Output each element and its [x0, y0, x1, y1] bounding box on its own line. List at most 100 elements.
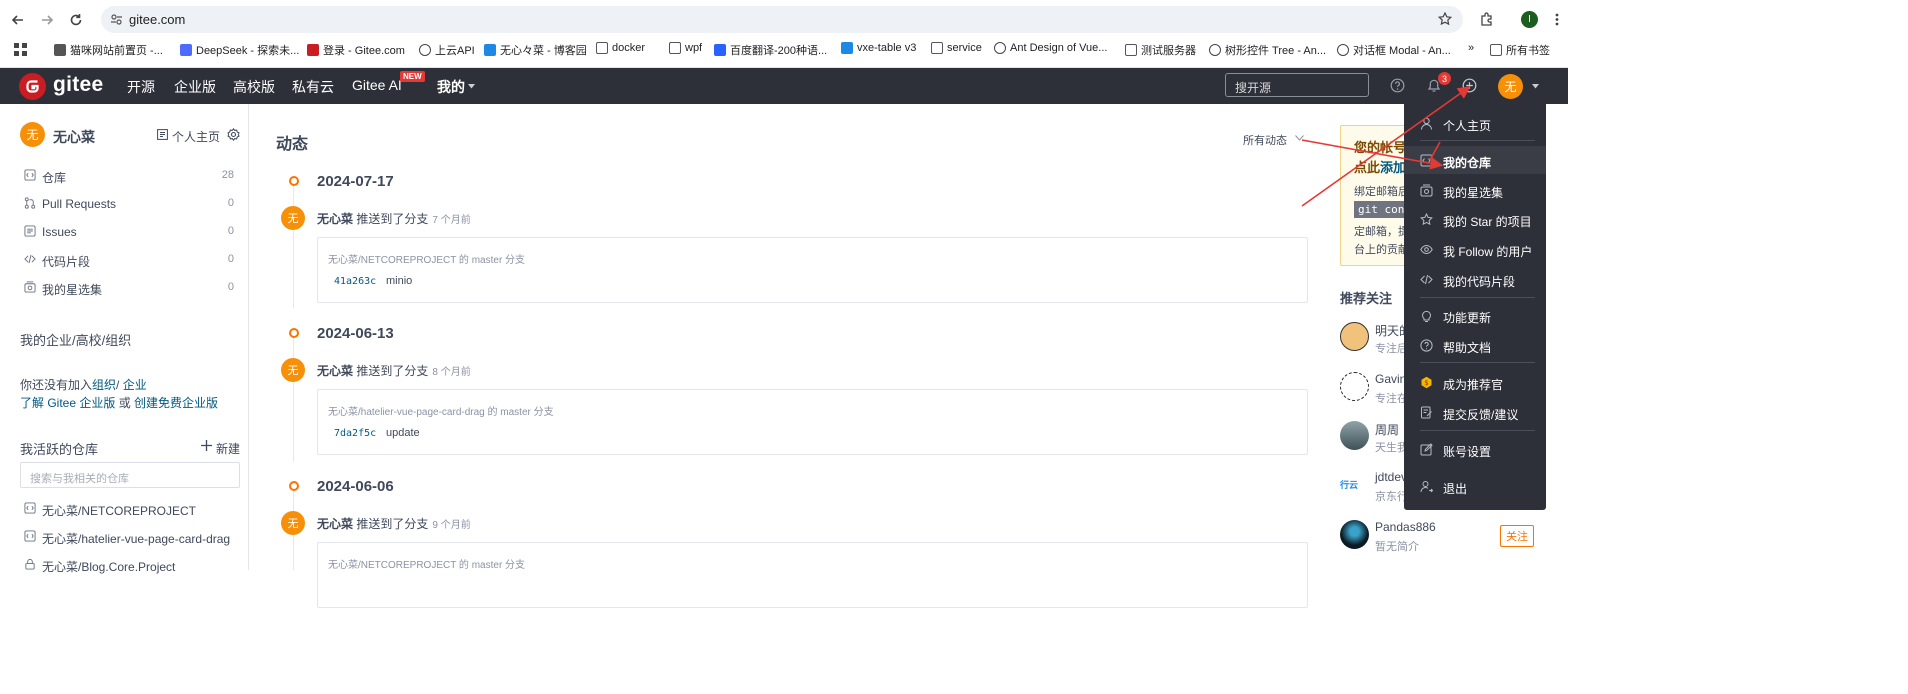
bookmark-item[interactable]: service	[931, 42, 982, 54]
user-name[interactable]: 无心菜	[53, 127, 95, 147]
dropdown-item-repo[interactable]: 我的仓库	[1404, 146, 1546, 174]
event-user[interactable]: 无心菜	[317, 364, 353, 378]
all-bookmarks[interactable]: 所有书签	[1490, 42, 1550, 58]
bookmark-item[interactable]: 百度翻译-200种语...	[714, 42, 827, 58]
nav-opensource[interactable]: 开源	[127, 77, 155, 97]
event-user[interactable]: 无心菜	[317, 212, 353, 226]
bookmark-item[interactable]: 测试服务器	[1125, 42, 1196, 58]
dropdown-item-bulb[interactable]: 功能更新	[1404, 301, 1546, 329]
dropdown-item-user[interactable]: 个人主页	[1404, 109, 1546, 137]
dropdown-item-code[interactable]: 我的代码片段	[1404, 265, 1546, 293]
nav-gitee-ai[interactable]: Gitee AI	[352, 77, 402, 93]
repo-icon	[1420, 154, 1433, 167]
address-bar[interactable]: gitee.com	[101, 6, 1463, 33]
back-icon[interactable]	[8, 10, 28, 30]
chevron-down-icon[interactable]	[1532, 84, 1539, 89]
dropdown-item-feedback[interactable]: 提交反馈/建议	[1404, 398, 1546, 426]
more-bookmarks[interactable]: »	[1468, 42, 1474, 54]
jd-cloud-icon[interactable]: 行云	[1340, 470, 1369, 499]
homepage-link[interactable]: 个人主页	[172, 128, 220, 145]
plus-icon[interactable]	[201, 440, 212, 451]
enterprise-link[interactable]: 企业	[123, 378, 147, 392]
commit-repo-branch[interactable]: 无心菜/NETCOREPROJECT 的 master 分支	[328, 556, 525, 571]
new-repo-button[interactable]: 新建	[216, 440, 240, 457]
extensions-icon[interactable]	[1479, 12, 1494, 27]
event-user[interactable]: 无心菜	[317, 517, 353, 531]
active-repo-item[interactable]: 无心菜/Blog.Core.Project	[20, 556, 236, 574]
user-avatar[interactable]: 无	[1498, 74, 1523, 99]
sidebar-item-issue[interactable]: Issues 0	[20, 223, 236, 241]
profile-avatar[interactable]: I	[1521, 11, 1538, 28]
commit-repo-branch[interactable]: 无心菜/NETCOREPROJECT 的 master 分支	[328, 251, 525, 266]
site-info-icon[interactable]	[110, 13, 123, 26]
dropdown-item-eye[interactable]: 我 Follow 的用户	[1404, 235, 1546, 263]
search-input[interactable]: 搜开源	[1225, 73, 1369, 97]
avatar-photo-icon[interactable]	[1340, 421, 1369, 450]
bookmark-item[interactable]: 登录 - Gitee.com	[307, 42, 405, 58]
sidebar-item-pull-request[interactable]: Pull Requests 0	[20, 195, 236, 213]
browser-menu-icon[interactable]	[1554, 12, 1560, 27]
bookmark-item[interactable]: 树形控件 Tree - An...	[1209, 42, 1326, 58]
nav-private-cloud[interactable]: 私有云	[292, 77, 334, 97]
follow-button[interactable]: 关注	[1500, 525, 1534, 547]
activity-filter[interactable]: 所有动态	[1243, 132, 1287, 148]
recommend-user-name[interactable]: Gavin	[1375, 372, 1406, 386]
bookmark-item[interactable]: Ant Design of Vue...	[994, 42, 1107, 54]
dropdown-divider	[1420, 430, 1535, 431]
nav-education[interactable]: 高校版	[233, 77, 275, 97]
commit-sha[interactable]: 7da2f5c	[334, 428, 376, 439]
bookmark-item[interactable]: 无心々菜 - 博客园	[484, 42, 587, 58]
event-avatar[interactable]: 无	[281, 206, 305, 230]
forward-icon[interactable]	[37, 10, 57, 30]
apps-grid-icon[interactable]	[14, 43, 27, 56]
timeline-line	[293, 184, 294, 308]
active-repo-item[interactable]: 无心菜/hatelier-vue-page-card-drag	[20, 528, 236, 546]
gitee-logo-icon[interactable]	[19, 73, 46, 100]
bookmark-item[interactable]: 猫咪网站前置页 -...	[54, 42, 163, 58]
bookmark-item[interactable]: docker	[596, 42, 645, 54]
bookmark-star-icon[interactable]	[1438, 12, 1452, 26]
bookmark-item[interactable]: wpf	[669, 42, 702, 54]
recommend-user-name[interactable]: jdtdev	[1375, 470, 1407, 484]
bookmark-item[interactable]: 对话框 Modal - An...	[1337, 42, 1451, 58]
avatar-dark-icon[interactable]	[1340, 520, 1369, 549]
reload-icon[interactable]	[66, 10, 86, 30]
event-avatar[interactable]: 无	[281, 358, 305, 382]
event-avatar[interactable]: 无	[281, 511, 305, 535]
dropdown-item-star[interactable]: 我的 Star 的项目	[1404, 205, 1546, 233]
bookmark-item[interactable]: 上云API	[419, 42, 475, 58]
dropdown-item-logout[interactable]: 退出	[1404, 472, 1546, 500]
sidebar-item-repo[interactable]: 仓库 28	[20, 167, 236, 185]
sidebar-item-collection[interactable]: 我的星选集 0	[20, 279, 236, 297]
repo-search-input[interactable]: 搜索与我相关的仓库	[20, 462, 240, 488]
sidebar-item-code[interactable]: 代码片段 0	[20, 251, 236, 269]
active-repo-item[interactable]: 无心菜/NETCOREPROJECT	[20, 500, 236, 518]
chevron-down-icon[interactable]	[1295, 135, 1304, 141]
recommend-user[interactable]: Pandas886 暂无简介 关注	[1340, 520, 1560, 560]
sidebar-item-label: Issues	[42, 225, 77, 239]
add-email-link[interactable]: 添加	[1380, 160, 1406, 175]
gitee-logo-text[interactable]: gitee	[53, 73, 104, 97]
user-avatar[interactable]: 无	[20, 122, 45, 147]
learn-enterprise-link[interactable]: 了解 Gitee 企业版	[20, 396, 115, 410]
commit-sha[interactable]: 41a263c	[334, 276, 376, 287]
dropdown-item-coin[interactable]: $ 成为推荐官	[1404, 368, 1546, 396]
dropdown-item-edit[interactable]: 账号设置	[1404, 435, 1546, 463]
add-icon[interactable]	[1462, 78, 1477, 93]
org-link[interactable]: 组织	[92, 378, 116, 392]
recommend-user-name[interactable]: Pandas886	[1375, 520, 1436, 534]
dropdown-item-help[interactable]: 帮助文档	[1404, 331, 1546, 359]
commit-repo-branch[interactable]: 无心菜/hatelier-vue-page-card-drag 的 master…	[328, 403, 554, 418]
gear-icon[interactable]	[227, 128, 240, 141]
avatar-cartoon-icon[interactable]	[1340, 322, 1369, 351]
avatar-panda-icon[interactable]	[1340, 372, 1369, 401]
help-icon[interactable]	[1390, 78, 1405, 93]
nav-enterprise[interactable]: 企业版	[174, 77, 216, 97]
dropdown-item-collection[interactable]: 我的星选集	[1404, 176, 1546, 204]
create-enterprise-link[interactable]: 创建免费企业版	[134, 396, 218, 410]
bookmarks-bar: 猫咪网站前置页 -... DeepSeek - 探索未... 登录 - Gitee.…	[0, 38, 1568, 62]
recommend-user-name[interactable]: 周周	[1375, 421, 1399, 438]
nav-mine[interactable]: 我的	[437, 77, 465, 97]
bookmark-item[interactable]: vxe-table v3	[841, 42, 916, 54]
bookmark-item[interactable]: DeepSeek - 探索未...	[180, 42, 299, 58]
